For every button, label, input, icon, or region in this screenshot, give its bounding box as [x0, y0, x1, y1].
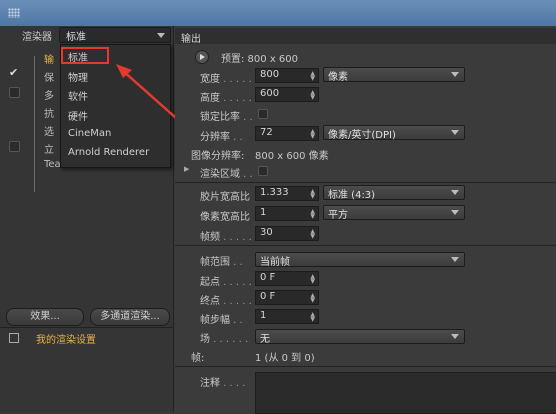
drag-grip-icon[interactable] — [8, 8, 20, 18]
pixel-aspect-select[interactable]: 平方 — [323, 205, 465, 221]
height-input[interactable]: 600 ▲ ▼ — [255, 87, 319, 102]
menu-item-cineman[interactable]: CineMan — [68, 128, 111, 139]
frames-value: 1 (从 0 到 0) — [255, 353, 315, 364]
notes-textarea[interactable] — [255, 372, 556, 414]
stereo-checkbox[interactable] — [9, 141, 20, 152]
tree-item-label: 输 — [44, 55, 54, 66]
tree-item-label: 选 — [44, 127, 54, 138]
tree-item-label: Tea — [44, 159, 61, 170]
film-aspect-label: 胶片宽高比 — [200, 192, 250, 203]
expand-icon[interactable] — [9, 333, 19, 343]
multipass-checkbox[interactable] — [9, 87, 20, 98]
chevron-down-icon — [157, 33, 165, 38]
renderer-select-value: 标准 — [66, 32, 86, 43]
frame-range-label: 帧范围 . . — [200, 257, 243, 268]
play-icon[interactable] — [195, 50, 209, 64]
expand-arrow-icon[interactable]: ▶ — [184, 165, 189, 173]
width-input[interactable]: 800 ▲ ▼ — [255, 68, 319, 83]
width-label: 宽度 . . . . . — [200, 74, 252, 85]
section-header: 输出 — [175, 28, 556, 45]
tree-item-label: 抗 — [44, 109, 54, 120]
chevron-down-icon — [451, 130, 459, 135]
fps-label: 帧频 . . . . . — [200, 232, 252, 243]
frames-label: 帧: — [191, 353, 205, 364]
menu-item-arnold[interactable]: Arnold Renderer — [68, 147, 149, 158]
chevron-down-icon — [451, 190, 459, 195]
frame-step-label: 帧步幅 . . — [200, 315, 243, 326]
menu-item-standard[interactable]: 标准 — [68, 49, 88, 64]
menu-item-hardware[interactable]: 硬件 — [68, 108, 88, 123]
checkmark-icon[interactable]: ✔ — [9, 66, 18, 79]
render-preset-item[interactable]: 我的渲染设置 — [36, 331, 96, 346]
resolution-label: 分辨率 . . — [200, 132, 243, 143]
menu-item-software[interactable]: 软件 — [68, 88, 88, 103]
effects-button[interactable]: 效果... — [6, 308, 84, 326]
section-title: 输出 — [181, 34, 201, 45]
pixel-aspect-input[interactable]: 1 ▲ ▼ — [255, 206, 319, 221]
fps-input[interactable]: 30 ▲ ▼ — [255, 226, 319, 241]
image-resolution-value: 800 x 600 像素 — [255, 151, 329, 162]
divider — [175, 182, 556, 183]
menu-item-physical[interactable]: 物理 — [68, 69, 88, 84]
frame-range-select[interactable]: 当前帧 — [255, 252, 465, 268]
render-region-label: 渲染区域 . . — [200, 169, 253, 180]
chevron-down-icon — [451, 257, 459, 262]
film-aspect-select[interactable]: 标准 (4:3) — [323, 185, 465, 201]
image-resolution-label: 图像分辨率: — [191, 151, 245, 162]
divider — [175, 366, 556, 367]
divider — [0, 327, 173, 328]
end-label: 终点 . . . . . — [200, 296, 252, 307]
resolution-input[interactable]: 72 ▲ ▼ — [255, 126, 319, 141]
renderer-select[interactable]: 标准 — [59, 27, 171, 43]
chevron-down-icon — [451, 210, 459, 215]
preset-label: 预置: 800 x 600 — [221, 54, 298, 65]
window-titlebar — [0, 0, 556, 26]
renderer-label: 渲染器 — [22, 32, 52, 43]
divider — [175, 245, 556, 246]
pixel-aspect-label: 像素宽高比 — [200, 212, 250, 223]
output-settings-panel: 输出 预置: 800 x 600 宽度 . . . . . 800 ▲ ▼ 像素 高… — [175, 26, 556, 414]
tree-item-label: 多 — [44, 91, 54, 102]
multipass-render-button[interactable]: 多通道渲染... — [90, 308, 170, 326]
resolution-unit-select[interactable]: 像素/英寸(DPI) — [323, 125, 465, 141]
lock-ratio-checkbox[interactable] — [258, 109, 268, 119]
width-unit-select[interactable]: 像素 — [323, 67, 465, 83]
tree-item-label: 立 — [44, 145, 54, 156]
start-frame-input[interactable]: 0 F ▲ ▼ — [255, 271, 319, 286]
lock-ratio-label: 锁定比率 . . — [200, 112, 253, 123]
notes-label: 注释 . . . . — [200, 378, 246, 389]
film-aspect-input[interactable]: 1.333 ▲ ▼ — [255, 186, 319, 201]
render-region-checkbox[interactable] — [258, 166, 268, 176]
end-frame-input[interactable]: 0 F ▲ ▼ — [255, 290, 319, 305]
start-label: 起点 . . . . . — [200, 277, 252, 288]
tree-item-label: 保 — [44, 73, 54, 84]
field-select[interactable]: 无 — [255, 329, 465, 345]
height-label: 高度 . . . . . — [200, 93, 252, 104]
annotation-arrow-icon — [116, 64, 177, 119]
chevron-down-icon — [451, 72, 459, 77]
field-label: 场 . . . . . . — [200, 334, 249, 345]
frame-step-input[interactable]: 1 ▲ ▼ — [255, 309, 319, 324]
chevron-down-icon — [451, 334, 459, 339]
